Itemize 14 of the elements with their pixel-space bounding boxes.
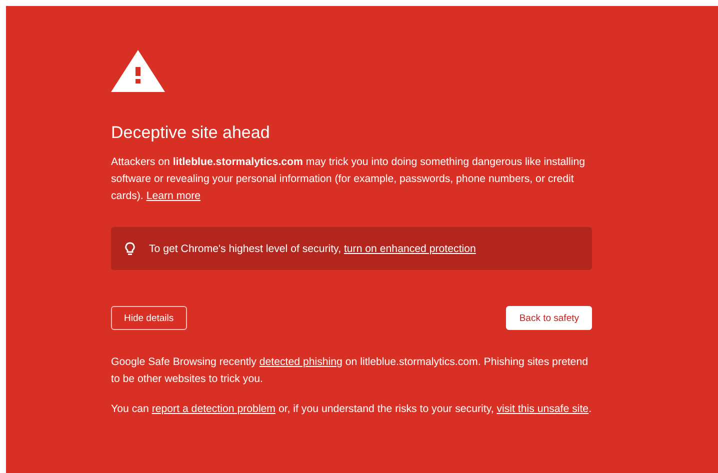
link[interactable]: detected phishing [259, 356, 342, 368]
page-heading: Deceptive site ahead [111, 122, 270, 144]
warning-icon [111, 50, 165, 92]
back-to-safety-button[interactable]: Back to safety [506, 306, 592, 330]
tip-text: To get Chrome's highest level of security, turn on enhanced protection [149, 242, 476, 254]
hide-details-button[interactable]: Hide details [111, 306, 187, 330]
link[interactable]: report a detection problem [152, 403, 276, 415]
link[interactable]: visit this unsafe site [496, 403, 589, 415]
link[interactable]: Learn more [146, 190, 201, 202]
details-paragraph: You can report a detection problem or, if you understand the risks to your security, visit this unsafe site. [111, 402, 592, 417]
lightbulb-icon [125, 242, 135, 256]
warning-paragraph: Attackers on litleblue.stormalytics.com may trick you into doing something dangerous like installing software or revealing your personal information (for example, passwords, phone numbers, or credit cards). Learn more [111, 155, 586, 204]
details-paragraph: Google Safe Browsing recently detected phishing on litleblue.stormalytics.com. Phishing sites pretend to be other websites to trick you. [111, 355, 589, 387]
link[interactable]: turn on enhanced protection [344, 242, 476, 254]
